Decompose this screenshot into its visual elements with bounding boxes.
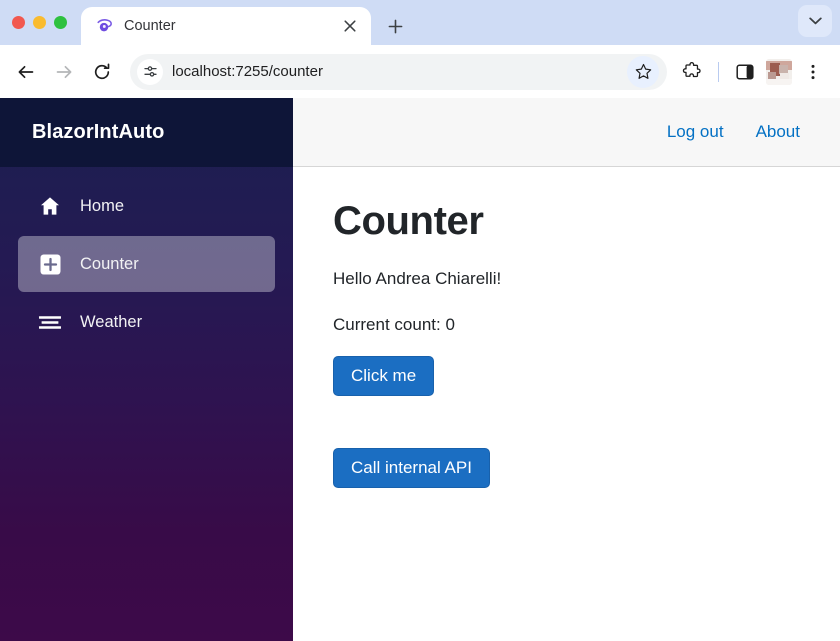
browser-toolbar: localhost:7255/counter [0, 45, 840, 98]
page-viewport: BlazorIntAuto Home Counter Weather Log o… [0, 98, 840, 641]
browser-tab[interactable]: Counter [81, 7, 371, 45]
back-arrow-icon[interactable] [8, 54, 44, 90]
close-icon[interactable] [339, 15, 361, 37]
brand-bar: BlazorIntAuto [0, 98, 293, 167]
blazor-logo-icon [97, 19, 112, 32]
close-window-button[interactable] [12, 16, 25, 29]
greeting-text: Hello Andrea Chiarelli! [333, 269, 502, 288]
sidebar-item-label: Counter [80, 254, 139, 273]
sidebar-item-label: Weather [80, 312, 143, 331]
sidebar-item-weather[interactable]: Weather [18, 294, 275, 350]
chevron-down-icon[interactable] [798, 5, 832, 37]
forward-arrow-icon[interactable] [46, 54, 82, 90]
list-icon [38, 310, 62, 334]
puzzle-icon[interactable] [675, 55, 709, 89]
brand-title[interactable]: BlazorIntAuto [32, 121, 164, 144]
call-internal-api-button[interactable]: Call internal API [333, 448, 490, 488]
sidebar: BlazorIntAuto Home Counter Weather [0, 98, 293, 641]
button-spacer [333, 396, 800, 448]
window-controls [12, 0, 81, 45]
top-nav-bar: Log out About [293, 98, 840, 167]
sidebar-item-label: Home [80, 196, 125, 215]
click-me-button[interactable]: Click me [333, 356, 435, 396]
browser-window: Counter localhost:7255/counter BlazorInt… [0, 0, 840, 641]
url-text[interactable]: localhost:7255/counter [172, 63, 618, 80]
toolbar-divider [718, 61, 719, 82]
logout-link[interactable]: Log out [667, 122, 724, 142]
sidebar-nav: Home Counter Weather [0, 167, 293, 352]
about-link[interactable]: About [756, 122, 800, 142]
current-count-text: Current count: 0 [333, 315, 455, 334]
avatar[interactable] [766, 58, 792, 85]
page-title: Counter [333, 199, 484, 243]
tab-title: Counter [124, 18, 176, 34]
main-content: Counter Hello Andrea Chiarelli! Current … [293, 167, 840, 641]
plus-square-icon [38, 252, 62, 276]
content-area: Log out About Counter Hello Andrea Chiar… [293, 98, 840, 641]
sidebar-item-counter[interactable]: Counter [18, 236, 275, 292]
side-panel-icon[interactable] [728, 55, 762, 89]
home-icon [38, 194, 62, 218]
three-dot-menu-icon[interactable] [796, 55, 830, 89]
tune-icon[interactable] [137, 58, 163, 85]
tab-strip: Counter [0, 0, 840, 45]
address-bar[interactable]: localhost:7255/counter [130, 53, 667, 90]
minimize-window-button[interactable] [33, 16, 46, 29]
maximize-window-button[interactable] [54, 16, 67, 29]
star-icon[interactable] [627, 55, 659, 88]
new-tab-button[interactable] [380, 11, 410, 41]
reload-icon[interactable] [84, 54, 120, 90]
sidebar-item-home[interactable]: Home [18, 178, 275, 234]
